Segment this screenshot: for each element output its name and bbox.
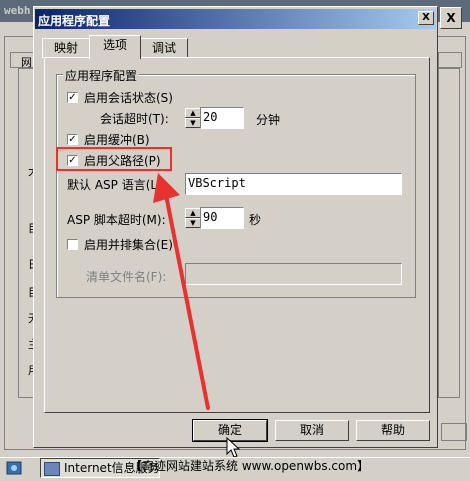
buffering-checkbox[interactable]: ✓ (67, 134, 78, 145)
tab-options[interactable]: 选项 (89, 35, 141, 59)
session-timeout-unit: 分钟 (256, 113, 281, 127)
spin-up-icon[interactable]: ▲ (185, 108, 201, 118)
help-button[interactable]: 帮助 (356, 420, 430, 441)
close-icon: X (422, 12, 430, 23)
dialog-title: 应用程序配置 (38, 14, 111, 28)
session-state-checkbox[interactable]: ✓ (67, 92, 78, 103)
background-tab-right[interactable] (438, 52, 462, 68)
spin-down-icon[interactable]: ▼ (185, 118, 201, 128)
quick-launch-icon[interactable] (5, 459, 23, 477)
background-close-button[interactable]: X (440, 7, 462, 29)
group-title: 应用程序配置 (63, 67, 140, 84)
background-tab[interactable]: 网 (10, 52, 34, 69)
cancel-button[interactable]: 取消 (275, 420, 349, 441)
script-timeout-unit: 秒 (249, 213, 262, 227)
background-button[interactable] (441, 423, 467, 441)
dialog-close-button[interactable]: X (418, 11, 434, 25)
iis-icon (44, 461, 60, 476)
background-list-right (438, 68, 460, 398)
background-title: webh (4, 4, 31, 17)
tab-debug[interactable]: 调试 (140, 38, 188, 58)
session-timeout-label: 会话超时(T): (100, 112, 169, 126)
check-icon: ✓ (68, 92, 77, 103)
check-icon: ✓ (68, 134, 77, 145)
annotation-arrow-icon (153, 173, 210, 410)
close-icon: X (446, 11, 456, 25)
session-state-label: 启用会话状态(S) (84, 91, 173, 105)
mouse-cursor-icon (226, 437, 240, 458)
session-timeout-input[interactable]: 20 (200, 107, 244, 129)
buffering-label: 启用缓冲(B) (84, 133, 150, 147)
session-timeout-spinner[interactable]: ▲ ▼ (185, 108, 201, 128)
tab-mapping[interactable]: 映射 (42, 38, 90, 58)
watermark-text: 【奇迹网站建站系统 www.openwbs.com】 (130, 459, 370, 473)
side-by-side-checkbox[interactable] (67, 239, 78, 250)
